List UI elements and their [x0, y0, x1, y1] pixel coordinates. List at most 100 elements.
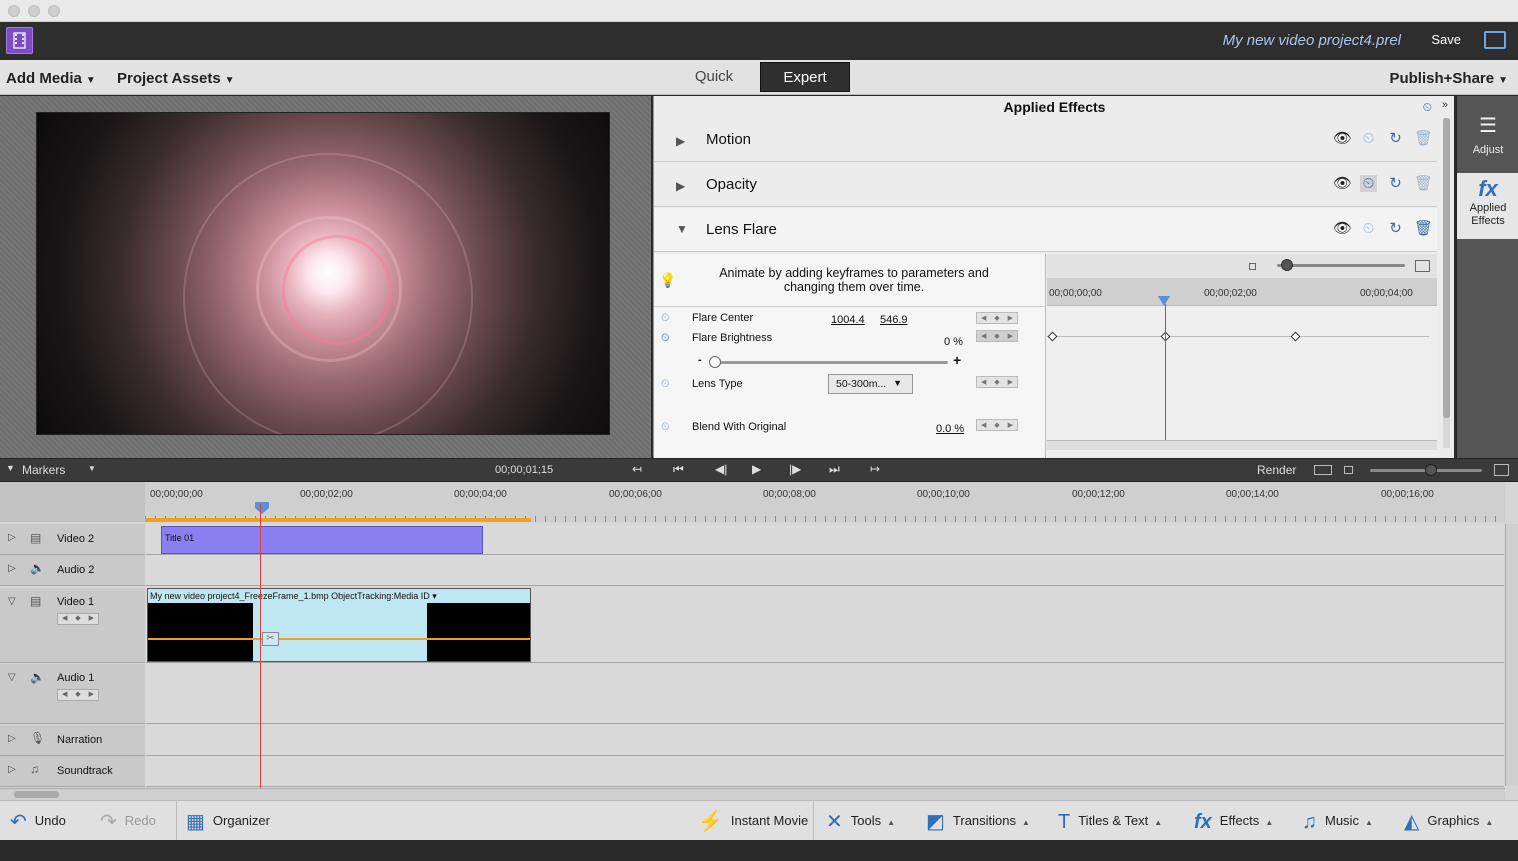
track-audio-2[interactable] [146, 555, 1504, 586]
panel-menu-icon[interactable]: » [1442, 99, 1448, 111]
slider-thumb[interactable] [709, 356, 721, 368]
stopwatch-icon[interactable]: ⏲ [1423, 100, 1432, 115]
graphics-button[interactable]: ◭ Graphics ▲ [1404, 801, 1493, 841]
flare-brightness-slider[interactable]: - + [654, 352, 1046, 372]
transitions-button[interactable]: ◩ Transitions ▲ [926, 801, 1030, 841]
visibility-eye-icon[interactable]: 👁 [1333, 220, 1352, 237]
go-to-out-icon[interactable]: ↦ [870, 462, 880, 476]
keyframe-nav-buttons[interactable]: ◀ ◆ ▶ [976, 312, 1018, 324]
adjust-button[interactable]: ☰ Adjust [1457, 114, 1518, 166]
scrollbar-thumb[interactable] [14, 791, 59, 798]
collapse-triangle-icon[interactable]: ▽ [8, 672, 16, 683]
effect-row-lens-flare[interactable]: ▼ Lens Flare 👁 ⏲ ↻ 🗑 [654, 208, 1437, 252]
effects-button[interactable]: fx Effects ▲ [1194, 801, 1273, 841]
expert-mode-tab[interactable]: Expert [760, 62, 850, 92]
minimize-window-button[interactable] [28, 5, 40, 17]
zoom-in-icon[interactable] [1415, 260, 1430, 272]
stopwatch-icon[interactable]: ⏲ [1360, 175, 1377, 192]
expand-triangle-icon[interactable]: ▶ [676, 179, 685, 193]
timeline-ruler[interactable]: 00;00;00;00 00;00;02;00 00;00;04;00 00;0… [145, 482, 1505, 522]
track-header-video-1[interactable]: ▽ ▤ Video 1 ◀ ◆ ▶ [0, 588, 145, 663]
keyframe-nav-buttons[interactable]: ◀ ◆ ▶ [976, 419, 1018, 431]
publish-share-menu[interactable]: Publish+Share ▼ [1389, 70, 1508, 87]
slider-track[interactable] [710, 361, 948, 364]
horizontal-scrollbar[interactable] [1047, 440, 1437, 450]
track-video-2[interactable]: Title 01 [146, 524, 1504, 555]
titles-text-button[interactable]: T Titles & Text ▲ [1058, 801, 1162, 841]
timeline-zoom-thumb[interactable] [1425, 464, 1437, 476]
organizer-button[interactable]: ▦ Organizer [186, 801, 270, 841]
collapse-triangle-icon[interactable]: ▽ [8, 596, 16, 607]
trash-icon[interactable]: 🗑 [1414, 220, 1433, 237]
tools-button[interactable]: ✕ Tools ▲ [826, 801, 895, 841]
expand-triangle-icon[interactable]: ▷ [8, 532, 16, 543]
quick-mode-tab[interactable]: Quick [672, 62, 756, 92]
markers-menu[interactable]: Markers [22, 463, 65, 477]
keyframe-nav-buttons[interactable]: ◀ ◆ ▶ [976, 330, 1018, 342]
flare-center-y-value[interactable]: 546.9 [880, 314, 908, 326]
go-to-in-icon[interactable]: ↤ [632, 462, 642, 476]
zoom-in-icon[interactable] [1494, 464, 1509, 476]
video-preview-frame[interactable] [36, 112, 610, 435]
reset-icon[interactable]: ↻ [1387, 175, 1404, 192]
zoom-slider-track[interactable] [1277, 264, 1405, 267]
lens-type-select[interactable]: 50-300m... ▼ [828, 374, 913, 394]
redo-button[interactable]: ↷ Redo [100, 801, 156, 841]
track-soundtrack[interactable] [146, 756, 1504, 787]
keyframe-nav-buttons[interactable]: ◀ ◆ ▶ [57, 689, 99, 701]
work-area-bar[interactable] [145, 518, 531, 522]
collapse-triangle-icon[interactable]: ▼ [676, 222, 688, 236]
trash-icon[interactable]: 🗑 [1414, 175, 1433, 192]
add-media-menu[interactable]: Add Media ▼ [6, 70, 96, 87]
skip-forward-icon[interactable]: ⏭ [829, 462, 840, 477]
project-assets-menu[interactable]: Project Assets ▼ [117, 70, 235, 87]
keyframe-ruler[interactable]: 00;00;00;00 00;00;02;00 00;00;04;00 [1047, 278, 1437, 306]
close-window-button[interactable] [8, 5, 20, 17]
chevron-down-icon[interactable]: ▼ [88, 464, 96, 473]
track-audio-1[interactable] [146, 664, 1504, 724]
keyframe-diamond[interactable] [1290, 331, 1301, 342]
step-back-icon[interactable]: ◀| [715, 462, 727, 476]
title-clip[interactable]: Title 01 [161, 526, 483, 554]
effect-row-opacity[interactable]: ▶ Opacity 👁 ⏲ ↻ 🗑 [654, 163, 1437, 207]
keyframe-nav-buttons[interactable]: ◀ ◆ ▶ [976, 376, 1018, 388]
stopwatch-icon[interactable]: ⏲ [661, 378, 670, 391]
keyframe-nav-buttons[interactable]: ◀ ◆ ▶ [57, 613, 99, 625]
save-button[interactable]: Save [1431, 32, 1461, 47]
opacity-line[interactable] [148, 638, 530, 640]
effect-row-motion[interactable]: ▶ Motion 👁 ⏲ ↻ 🗑 [654, 118, 1437, 162]
scrollbar-thumb[interactable] [1443, 118, 1450, 418]
track-header-audio-1[interactable]: ▽ 🔈 Audio 1 ◀ ◆ ▶ [0, 664, 145, 724]
blend-value[interactable]: 0.0 % [936, 423, 964, 435]
zoom-window-button[interactable] [48, 5, 60, 17]
video-clip[interactable]: My new video project4_FreezeFrame_1.bmp … [147, 588, 531, 662]
keyframe-diamond[interactable] [1047, 331, 1058, 342]
applied-effects-button[interactable]: fx Applied Effects [1457, 173, 1518, 239]
visibility-eye-icon[interactable]: 👁 [1333, 175, 1352, 192]
step-forward-icon[interactable]: |▶ [789, 462, 801, 476]
fullscreen-icon[interactable] [1484, 31, 1506, 49]
stopwatch-icon[interactable]: ⏲ [1360, 220, 1377, 237]
stopwatch-icon[interactable]: ⏲ [1360, 130, 1377, 147]
vertical-scrollbar[interactable] [1443, 118, 1450, 448]
render-button[interactable]: Render [1257, 463, 1296, 477]
fit-timeline-icon[interactable] [1314, 465, 1332, 475]
music-button[interactable]: ♫ Music ▲ [1302, 801, 1373, 841]
flare-center-x-value[interactable]: 1004.4 [831, 314, 865, 326]
expand-triangle-icon[interactable]: ▷ [8, 563, 16, 574]
expand-triangle-icon[interactable]: ▷ [8, 764, 16, 775]
skip-back-icon[interactable]: ⏮ [673, 462, 684, 477]
stopwatch-icon[interactable]: ⏲ [661, 421, 670, 434]
reset-icon[interactable]: ↻ [1387, 220, 1404, 237]
expand-triangle-icon[interactable]: ▷ [8, 733, 16, 744]
scissors-icon[interactable]: ✂ [262, 632, 279, 646]
visibility-eye-icon[interactable]: 👁 [1333, 130, 1352, 147]
timeline-horizontal-scrollbar[interactable] [0, 788, 1505, 800]
track-header-soundtrack[interactable]: ▷ ♫ Soundtrack [0, 756, 145, 787]
track-narration[interactable] [146, 725, 1504, 756]
undo-button[interactable]: ↶ Undo [10, 801, 66, 841]
play-icon[interactable]: ▶ [752, 462, 761, 476]
timeline-vertical-scrollbar[interactable] [1505, 524, 1518, 786]
track-header-video-2[interactable]: ▷ ▤ Video 2 [0, 524, 145, 555]
zoom-slider-thumb[interactable] [1281, 259, 1293, 271]
